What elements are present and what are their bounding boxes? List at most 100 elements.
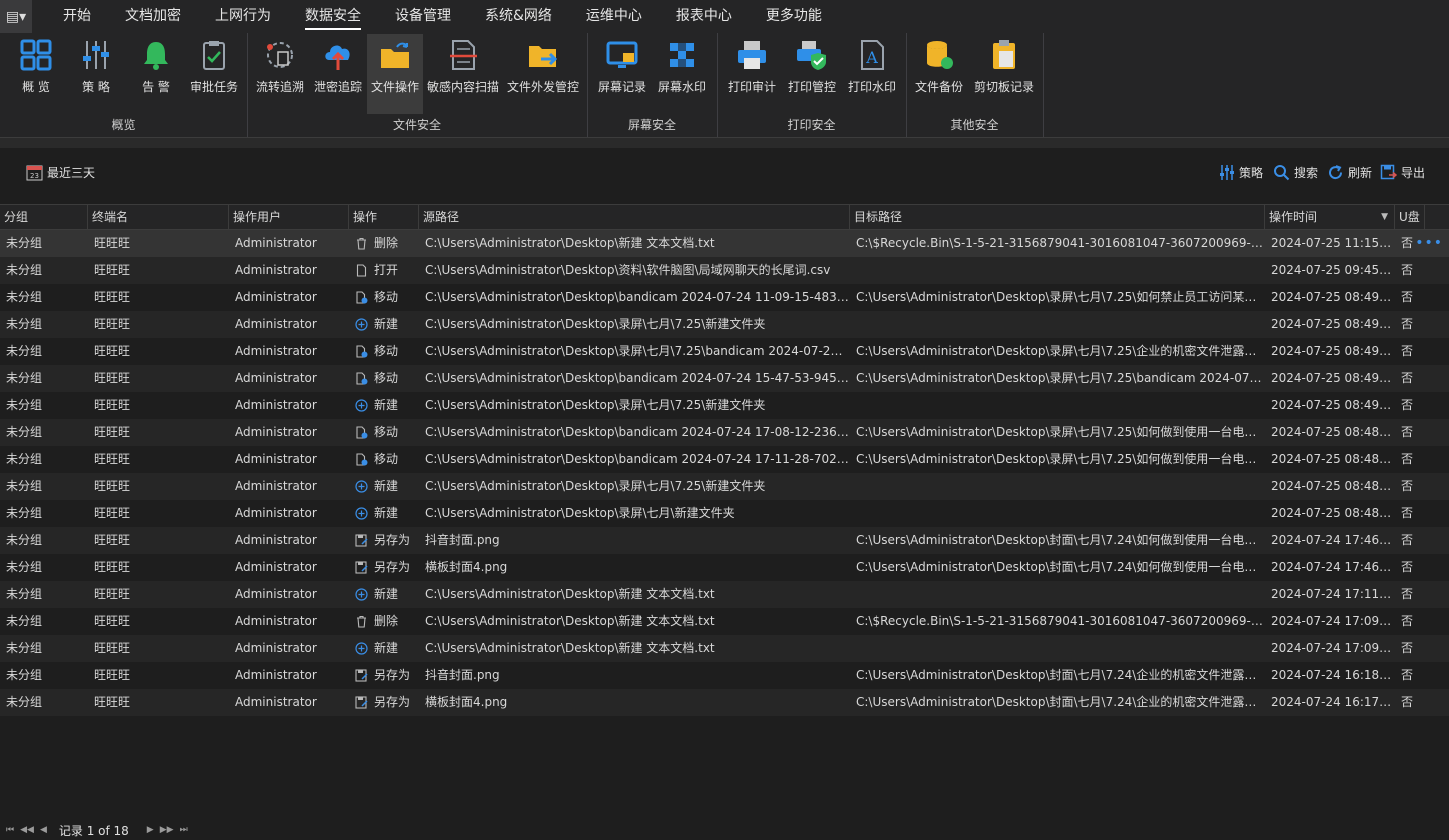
menu-ops-center[interactable]: 运维中心 <box>569 0 659 33</box>
print-watermark-label: 打印水印 <box>847 80 896 94</box>
search-button[interactable]: 搜索 <box>1273 164 1318 181</box>
col-terminal[interactable]: 终端名 <box>88 205 229 229</box>
col-source-path[interactable]: 源路径 <box>419 205 850 229</box>
cell-user: Administrator <box>235 425 317 439</box>
menu-report-center[interactable]: 报表中心 <box>659 0 749 33</box>
col-user[interactable]: 操作用户 <box>229 205 349 229</box>
app-menu-button[interactable]: ▤▾ <box>0 0 32 33</box>
last-record-button[interactable]: ⏭ <box>180 825 188 835</box>
cell-target-path: C:\$Recycle.Bin\S-1-5-21-3156879041-3016… <box>856 236 1265 250</box>
col-target-path[interactable]: 目标路径 <box>850 205 1265 229</box>
cell-user: Administrator <box>235 479 317 493</box>
policy-button[interactable]: 策 略 <box>72 34 120 114</box>
screen-watermark-button[interactable]: 屏幕水印 <box>653 34 711 114</box>
prev-page-button[interactable]: ◀◀ <box>20 825 34 835</box>
cell-source-path: C:\Users\Administrator\Desktop\新建 文本文档.t… <box>425 641 715 655</box>
table-row[interactable]: 未分组 旺旺旺 Administrator 移动 C:\Users\Administra… <box>0 284 1449 311</box>
policy-sliders-icon <box>1220 165 1234 180</box>
next-page-button[interactable]: ▶▶ <box>160 825 174 835</box>
table-row[interactable]: 未分组 旺旺旺 Administrator 另存为 横板封面4.png C:\Users\… <box>0 689 1449 716</box>
menu-doc-encrypt[interactable]: 文档加密 <box>108 0 198 33</box>
file-outbound-button[interactable]: 文件外发管控 <box>503 34 583 114</box>
cell-time: 2024-07-25 08:48:20 <box>1271 452 1395 466</box>
menu-device-management[interactable]: 设备管理 <box>378 0 468 33</box>
table-row[interactable]: 未分组 旺旺旺 Administrator 移动 C:\Users\Administra… <box>0 446 1449 473</box>
calendar-icon: 23 <box>26 165 43 181</box>
export-button[interactable]: 导出 <box>1380 164 1425 181</box>
col-group[interactable]: 分组 <box>0 205 88 229</box>
cell-group: 未分组 <box>6 371 43 385</box>
row-more-button[interactable]: ••• <box>1415 230 1443 257</box>
print-audit-button[interactable]: 打印审计 <box>723 34 781 114</box>
cell-group: 未分组 <box>6 560 43 574</box>
table-row[interactable]: 未分组 旺旺旺 Administrator 打开 C:\Users\Administra… <box>0 257 1449 284</box>
save-as-icon <box>355 696 368 709</box>
cell-terminal: 旺旺旺 <box>94 290 131 304</box>
cell-operation: 新建 <box>349 500 419 527</box>
table-row[interactable]: 未分组 旺旺旺 Administrator 删除 C:\Users\Administra… <box>0 230 1449 257</box>
table-row[interactable]: 未分组 旺旺旺 Administrator 另存为 横板封面4.png C:\Users\… <box>0 554 1449 581</box>
approval-clipboard-icon <box>203 41 225 70</box>
menu-internet-behavior[interactable]: 上网行为 <box>198 0 288 33</box>
table-row[interactable]: 未分组 旺旺旺 Administrator 另存为 抖音封面.png C:\Users\A… <box>0 662 1449 689</box>
group-label-other-security: 其他安全 <box>950 118 999 132</box>
cell-source-path: C:\Users\Administrator\Desktop\录屏\七月\7.2… <box>425 317 766 331</box>
cell-source-path: C:\Users\Administrator\Desktop\录屏\七月\新建文… <box>425 506 735 520</box>
cell-source-path: 横板封面4.png <box>425 695 508 709</box>
cell-target-path: C:\Users\Administrator\Desktop\录屏\七月\7.2… <box>856 290 1265 304</box>
col-operation[interactable]: 操作 <box>349 205 419 229</box>
refresh-button[interactable]: 刷新 <box>1327 164 1372 181</box>
date-range-button[interactable]: 23 最近三天 <box>26 164 95 181</box>
table-row[interactable]: 未分组 旺旺旺 Administrator 删除 C:\Users\Administra… <box>0 608 1449 635</box>
menu-start[interactable]: 开始 <box>46 0 108 33</box>
cell-terminal: 旺旺旺 <box>94 506 131 520</box>
cell-terminal: 旺旺旺 <box>94 236 131 250</box>
cell-target-path <box>850 635 1265 662</box>
cell-terminal: 旺旺旺 <box>94 695 131 709</box>
table-row[interactable]: 未分组 旺旺旺 Administrator 新建 C:\Users\Administra… <box>0 473 1449 500</box>
approval-button[interactable]: 审批任务 <box>186 34 242 114</box>
search-icon <box>1274 165 1290 181</box>
file-operation-button[interactable]: 文件操作 <box>367 34 423 114</box>
table-row[interactable]: 未分组 旺旺旺 Administrator 新建 C:\Users\Administra… <box>0 581 1449 608</box>
menu-data-security[interactable]: 数据安全 <box>288 0 378 33</box>
leak-trace-button[interactable]: 泄密追踪 <box>309 34 367 114</box>
menu-system-network[interactable]: 系统&网络 <box>468 0 569 33</box>
group-label-overview: 概览 <box>111 118 136 132</box>
prev-record-button[interactable]: ◀ <box>40 825 47 835</box>
table-row[interactable]: 未分组 旺旺旺 Administrator 另存为 抖音封面.png C:\Users\A… <box>0 527 1449 554</box>
cell-usb: 否 <box>1401 263 1414 277</box>
ribbon: 概 览 策 略 告 警 审批任务 概览 流转追溯 泄密追踪 文件操作 敏感内容扫… <box>0 33 1449 138</box>
cell-usb: 否 <box>1401 668 1414 682</box>
cell-terminal: 旺旺旺 <box>94 344 131 358</box>
alarm-button[interactable]: 告 警 <box>132 34 180 114</box>
table-row[interactable]: 未分组 旺旺旺 Administrator 新建 C:\Users\Administra… <box>0 635 1449 662</box>
cell-usb: 否 <box>1401 479 1414 493</box>
policy-tool-button[interactable]: 策略 <box>1218 164 1263 181</box>
svg-text:23: 23 <box>30 172 39 180</box>
table-row[interactable]: 未分组 旺旺旺 Administrator 移动 C:\Users\Administra… <box>0 419 1449 446</box>
table-row[interactable]: 未分组 旺旺旺 Administrator 移动 C:\Users\Administra… <box>0 365 1449 392</box>
operation-label: 新建 <box>374 317 399 331</box>
sensitive-scan-button[interactable]: 敏感内容扫描 <box>425 34 501 114</box>
file-operation-label: 文件操作 <box>370 80 419 94</box>
print-control-button[interactable]: 打印管控 <box>783 34 841 114</box>
cell-operation: 删除 <box>349 230 419 257</box>
print-watermark-button[interactable]: A 打印水印 <box>843 34 901 114</box>
first-record-button[interactable]: ⏮ <box>6 825 14 835</box>
col-usb[interactable]: U盘 <box>1395 205 1425 229</box>
table-row[interactable]: 未分组 旺旺旺 Administrator 新建 C:\Users\Administra… <box>0 500 1449 527</box>
col-time[interactable]: 操作时间 ▼ <box>1265 205 1395 229</box>
move-file-icon <box>356 291 368 304</box>
menu-more[interactable]: 更多功能 <box>749 0 839 33</box>
screen-record-button[interactable]: 屏幕记录 <box>593 34 651 114</box>
table-row[interactable]: 未分组 旺旺旺 Administrator 新建 C:\Users\Administra… <box>0 392 1449 419</box>
clipboard-record-icon <box>993 40 1015 69</box>
next-record-button[interactable]: ▶ <box>147 825 154 835</box>
clipboard-record-button[interactable]: 剪切板记录 <box>970 34 1038 114</box>
overview-button[interactable]: 概 览 <box>12 34 60 114</box>
table-row[interactable]: 未分组 旺旺旺 Administrator 移动 C:\Users\Administra… <box>0 338 1449 365</box>
file-backup-button[interactable]: 文件备份 <box>910 34 968 114</box>
table-row[interactable]: 未分组 旺旺旺 Administrator 新建 C:\Users\Administra… <box>0 311 1449 338</box>
flow-trace-button[interactable]: 流转追溯 <box>251 34 309 114</box>
